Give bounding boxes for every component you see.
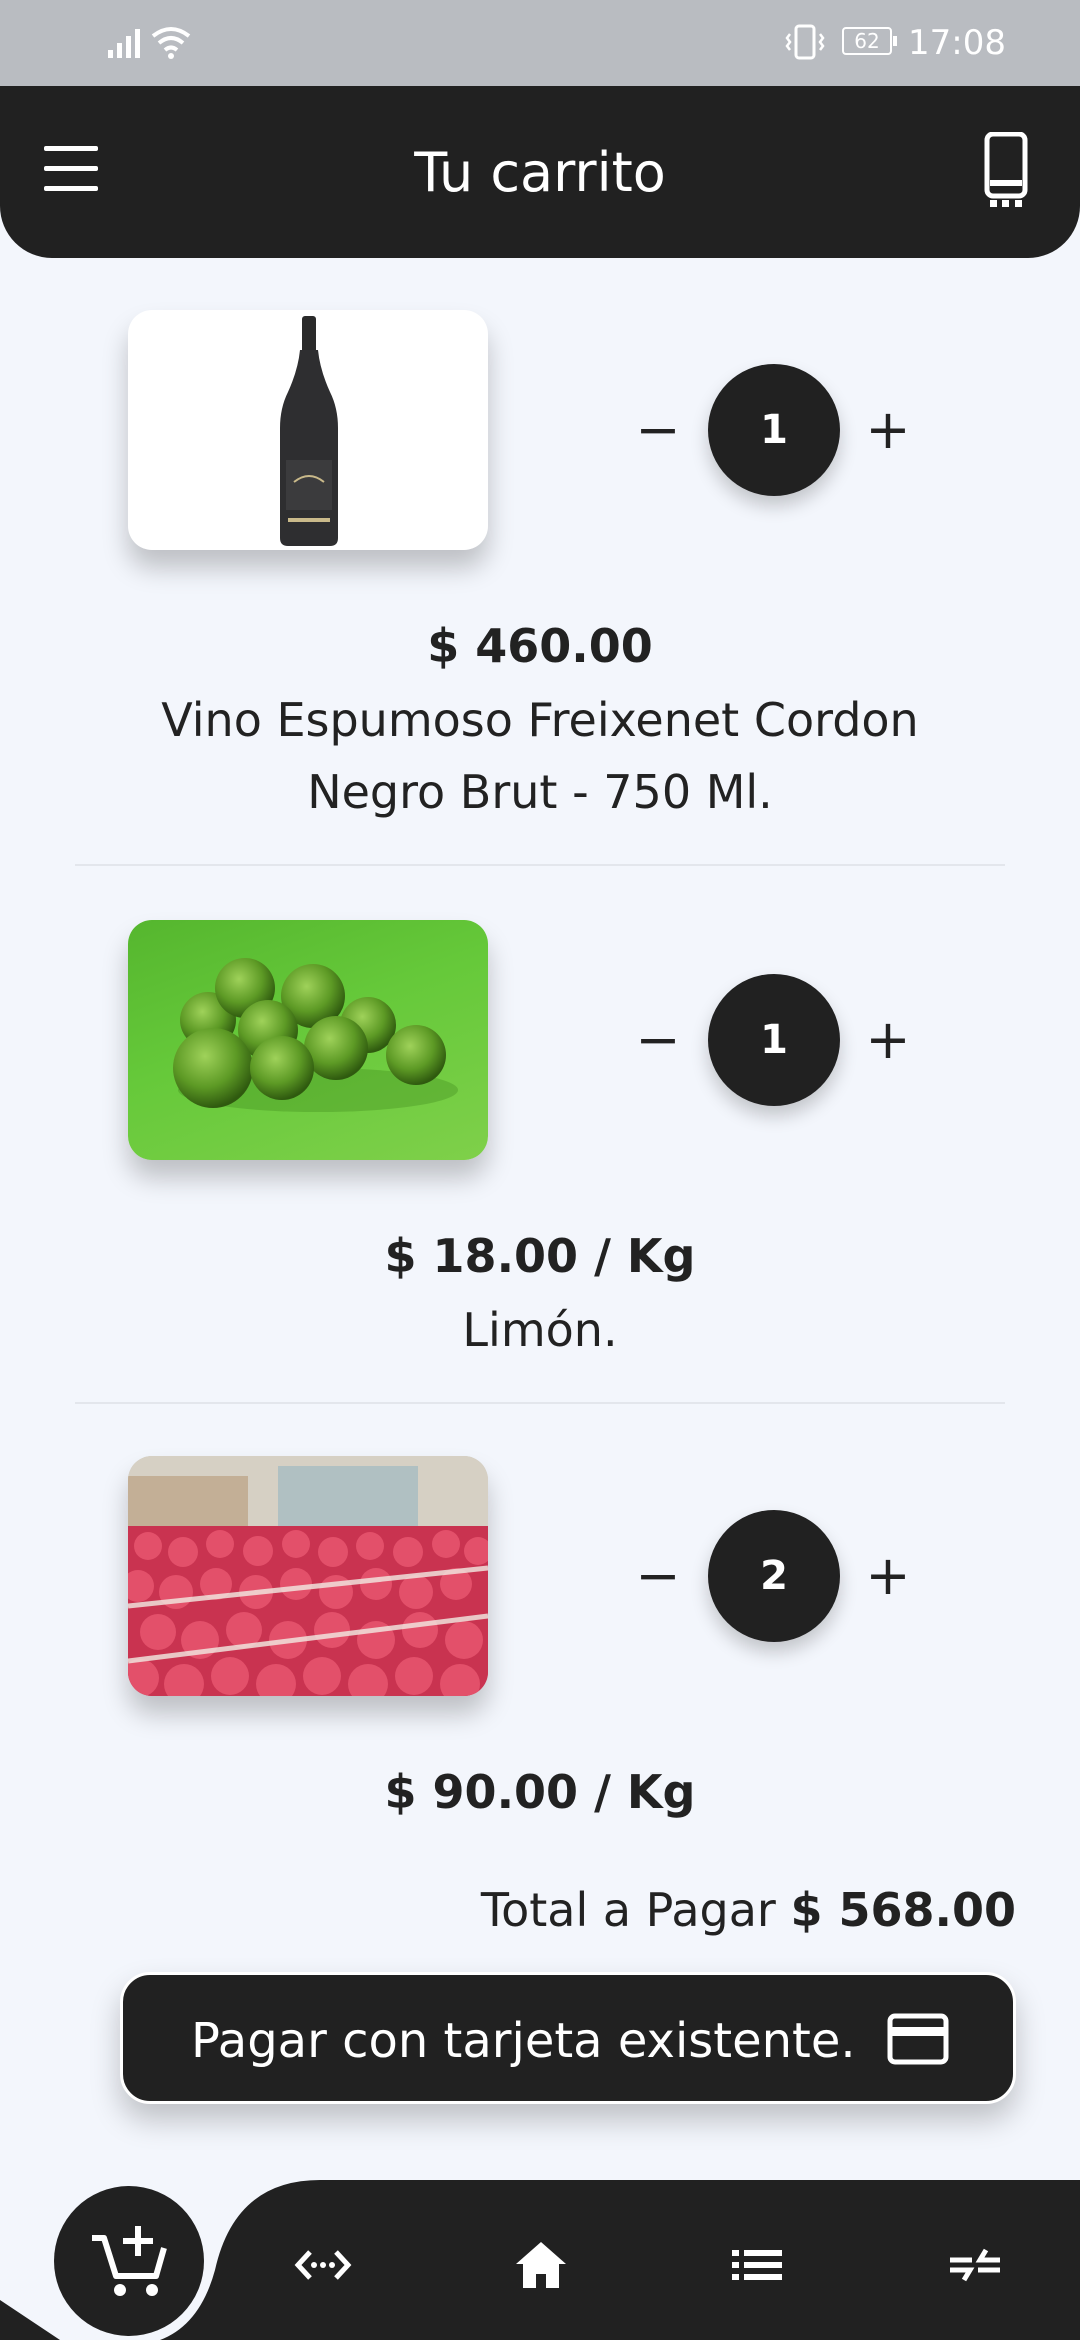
- quantity-stepper: − 1 +: [618, 364, 938, 496]
- quantity-stepper: − 2 +: [618, 1510, 938, 1642]
- wifi-icon: [151, 27, 191, 59]
- quantity-value: 1: [708, 974, 840, 1106]
- item-price: $ 90.00 / Kg: [384, 1765, 696, 1819]
- product-image-raspberries[interactable]: [128, 1456, 488, 1696]
- battery-icon: 62: [842, 27, 898, 57]
- total-amount: $ 568.00: [790, 1883, 1016, 1937]
- increase-button[interactable]: +: [858, 1546, 918, 1606]
- increase-button[interactable]: +: [858, 1010, 918, 1070]
- item-name: Vino Espumoso Freixenet Cordon Negro Bru…: [161, 693, 919, 819]
- credit-card-icon: [887, 2013, 949, 2065]
- mobile-device-icon[interactable]: [984, 132, 1028, 208]
- item-price: $ 18.00 / Kg: [384, 1229, 696, 1283]
- app-header: Tu carrito: [0, 86, 1080, 258]
- limes-icon: [173, 958, 458, 1112]
- decrease-button[interactable]: −: [628, 1010, 688, 1070]
- decrease-button[interactable]: −: [628, 1546, 688, 1606]
- quantity-value: 1: [708, 364, 840, 496]
- list-icon[interactable]: [726, 2234, 788, 2296]
- decrease-button[interactable]: −: [628, 400, 688, 460]
- product-image-wine[interactable]: [128, 310, 488, 550]
- pay-existing-card-button[interactable]: Pagar con tarjeta existente.: [120, 1972, 1016, 2104]
- item-name: Limón.: [462, 1303, 618, 1357]
- increase-button[interactable]: +: [858, 400, 918, 460]
- clock: 17:08: [908, 23, 1006, 63]
- total-row: Total a Pagar $ 568.00: [0, 1880, 1016, 1940]
- item-price: $ 460.00: [427, 619, 653, 673]
- home-icon[interactable]: [510, 2234, 572, 2296]
- battery-level: 62: [842, 27, 892, 55]
- product-image-limes[interactable]: [128, 920, 488, 1160]
- pay-button-label: Pagar con tarjeta existente.: [191, 2013, 856, 2069]
- page-title: Tu carrito: [414, 141, 666, 204]
- compress-icon[interactable]: [944, 2234, 1006, 2296]
- divider: [75, 864, 1005, 866]
- status-bar: 62 17:08: [0, 0, 1080, 86]
- quantity-value: 2: [708, 1510, 840, 1642]
- vibrate-icon: [785, 24, 825, 60]
- total-label: Total a Pagar: [480, 1883, 776, 1937]
- wine-bottle-icon: [280, 316, 338, 546]
- divider: [75, 1402, 1005, 1404]
- code-arrows-icon[interactable]: [292, 2234, 354, 2296]
- signal-icon: [108, 29, 140, 58]
- raspberries-icon: [128, 1456, 488, 1696]
- add-cart-icon: [92, 2226, 167, 2296]
- add-to-cart-fab[interactable]: [54, 2186, 204, 2336]
- quantity-stepper: − 1 +: [618, 974, 938, 1106]
